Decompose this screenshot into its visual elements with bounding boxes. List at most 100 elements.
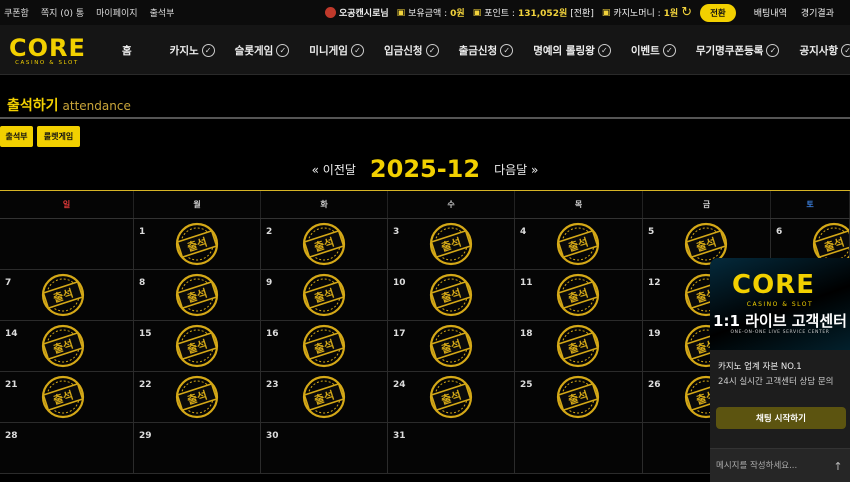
prev-month-link[interactable]: « 이전달	[312, 161, 356, 178]
nav-menu: 홈 카지노 ✓ 슬롯게임 ✓ 미니게임 ✓ 입금신청 ✓ 출금신청 ✓ 명예의 롤링왕 ✓ …	[122, 25, 850, 75]
attendance-stamp-icon: 출석	[38, 272, 88, 318]
calendar-day-cell: 31	[388, 423, 515, 473]
chat-logo-sub: CASINO & SLOT	[746, 301, 814, 308]
attendance-stamp-icon: 출석	[553, 272, 603, 318]
next-month-link[interactable]: 다음달 »	[494, 161, 538, 178]
message-link[interactable]: 쪽지 (0) 통	[41, 6, 84, 19]
weekday-header: 수	[388, 191, 515, 218]
betting-history-link[interactable]: 배팅내역	[754, 6, 787, 19]
calendar-day-cell: 8 출석	[134, 270, 261, 320]
attendance-stamp-icon: 출석	[426, 221, 476, 267]
current-month: 2025-12	[369, 155, 481, 183]
calendar-day-cell: 18 출석	[515, 321, 643, 371]
nav-label: 명예의 롤링왕	[533, 44, 595, 57]
weekday-header: 일	[0, 191, 134, 218]
site-logo[interactable]: CORE CASINO & SLOT	[9, 35, 89, 71]
chat-input-area: ↑	[710, 448, 850, 482]
day-number: 31	[393, 431, 406, 441]
chat-headline: 카지노 업계 자본 NO.1	[718, 362, 802, 372]
chat-message-input[interactable]	[716, 457, 826, 475]
points-label: 포인트 :	[484, 9, 515, 19]
nav-deposit[interactable]: 입금신청 ✓	[384, 43, 439, 58]
calendar-day-cell: 17 출석	[388, 321, 515, 371]
balance-value: 0원	[450, 9, 465, 19]
weekday-header: 토	[771, 191, 850, 218]
nav-coupon-register[interactable]: 무기명쿠폰등록 ✓	[696, 43, 780, 58]
nav-label: 미니게임	[309, 44, 348, 57]
nav-casino[interactable]: 카지노 ✓	[170, 43, 215, 58]
nav-notice[interactable]: 공지사항 ✓	[799, 43, 850, 58]
weekday-header: 금	[643, 191, 771, 218]
user-level-icon	[324, 7, 336, 18]
chat-logo: CORE	[732, 270, 815, 300]
top-left-links: 쿠폰함 쪽지 (0) 통 마이페이지 출석부	[4, 0, 174, 25]
chat-banner-caption: ONE-ON-ONE LIVE SERVICE CENTER	[730, 330, 830, 335]
refresh-icon[interactable]: ↻	[681, 6, 692, 19]
day-number: 22	[139, 380, 152, 390]
day-number: 1	[139, 227, 146, 237]
day-number: 17	[393, 329, 406, 339]
day-number: 23	[266, 380, 279, 390]
calendar-day-cell: 23 출석	[261, 372, 388, 422]
day-number: 11	[520, 278, 533, 288]
nav-home-label: 홈	[122, 44, 132, 57]
convert-button[interactable]: 전환	[700, 3, 736, 22]
attendance-link[interactable]: 출석부	[150, 6, 175, 19]
day-number: 29	[139, 431, 152, 441]
nav-event[interactable]: 이벤트 ✓	[631, 43, 676, 58]
day-number: 18	[520, 329, 533, 339]
calendar-day-cell: 14 출석	[0, 321, 134, 371]
wallet-icon: ▣	[396, 7, 406, 18]
casino-money-icon: ▣	[601, 7, 611, 18]
day-number: 15	[139, 329, 152, 339]
game-results-link[interactable]: 경기결과	[801, 6, 834, 19]
live-chat-widget: CORE CASINO & SLOT 1:1 라이브 고객센터 ONE-ON-O…	[710, 258, 850, 482]
attendance-stamp-icon: 출석	[299, 374, 349, 420]
month-navigation: « 이전달 2025-12 다음달 »	[0, 154, 850, 184]
day-number: 2	[266, 227, 273, 237]
calendar-day-cell: 21 출석	[0, 372, 134, 422]
day-number: 21	[5, 380, 18, 390]
calendar-empty-cell	[515, 423, 643, 473]
mypage-link[interactable]: 마이페이지	[96, 6, 137, 19]
calendar-day-cell: 30	[261, 423, 388, 473]
calendar-day-cell: 7 출석	[0, 270, 134, 320]
calendar-day-cell: 16 출석	[261, 321, 388, 371]
top-bar: 쿠폰함 쪽지 (0) 통 마이페이지 출석부 오공캔시로님 ▣ 보유금액 : 0…	[0, 0, 850, 25]
main-nav: CORE CASINO & SLOT 홈 카지노 ✓ 슬롯게임 ✓ 미니게임 ✓ 입금…	[0, 25, 850, 75]
start-chat-button[interactable]: 채팅 시작하기	[716, 407, 846, 429]
top-right-info: 오공캔시로님 ▣ 보유금액 : 0원 ▣ 포인트 : 131,052원 [전환]…	[324, 0, 834, 25]
nav-rolling-king[interactable]: 명예의 롤링왕 ✓	[533, 43, 611, 58]
chat-description: 24시 실시간 고객센터 상담 문의	[718, 377, 834, 387]
day-number: 12	[648, 278, 661, 288]
title-divider	[0, 117, 850, 119]
day-number: 3	[393, 227, 400, 237]
attendance-stamp-icon: 출석	[553, 374, 603, 420]
calendar-header: 일월화수목금토	[0, 190, 850, 219]
user-info[interactable]: 오공캔시로님	[324, 6, 389, 19]
send-arrow-icon[interactable]: ↑	[830, 458, 846, 474]
day-number: 8	[139, 278, 146, 288]
coupon-link[interactable]: 쿠폰함	[4, 6, 29, 19]
day-number: 24	[393, 380, 406, 390]
calendar-day-cell: 15 출석	[134, 321, 261, 371]
page-title: 출석하기 attendance	[7, 95, 131, 115]
tab-attendance[interactable]: 출석부	[0, 126, 33, 147]
nav-label: 카지노	[169, 44, 199, 57]
check-circle-icon: ✓	[597, 43, 611, 57]
user-name: 오공캔시로님	[338, 9, 389, 19]
nav-home[interactable]: 홈	[122, 43, 132, 58]
nav-label: 슬롯게임	[234, 44, 274, 57]
attendance-stamp-icon: 출석	[38, 374, 88, 420]
tab-roulette[interactable]: 룰렛게임	[37, 126, 80, 147]
attendance-stamp-icon: 출석	[553, 221, 603, 267]
calendar-day-cell: 28	[0, 423, 134, 473]
points-icon: ▣	[472, 7, 482, 18]
check-circle-icon: ✓	[500, 43, 514, 57]
nav-slot[interactable]: 슬롯게임 ✓	[235, 43, 290, 58]
logo-main-text: CORE	[9, 34, 86, 62]
points-convert-link[interactable]: [전환]	[570, 6, 594, 19]
nav-withdraw[interactable]: 출금신청 ✓	[459, 43, 514, 58]
nav-minigame[interactable]: 미니게임 ✓	[309, 43, 364, 58]
day-number: 6	[776, 227, 783, 237]
